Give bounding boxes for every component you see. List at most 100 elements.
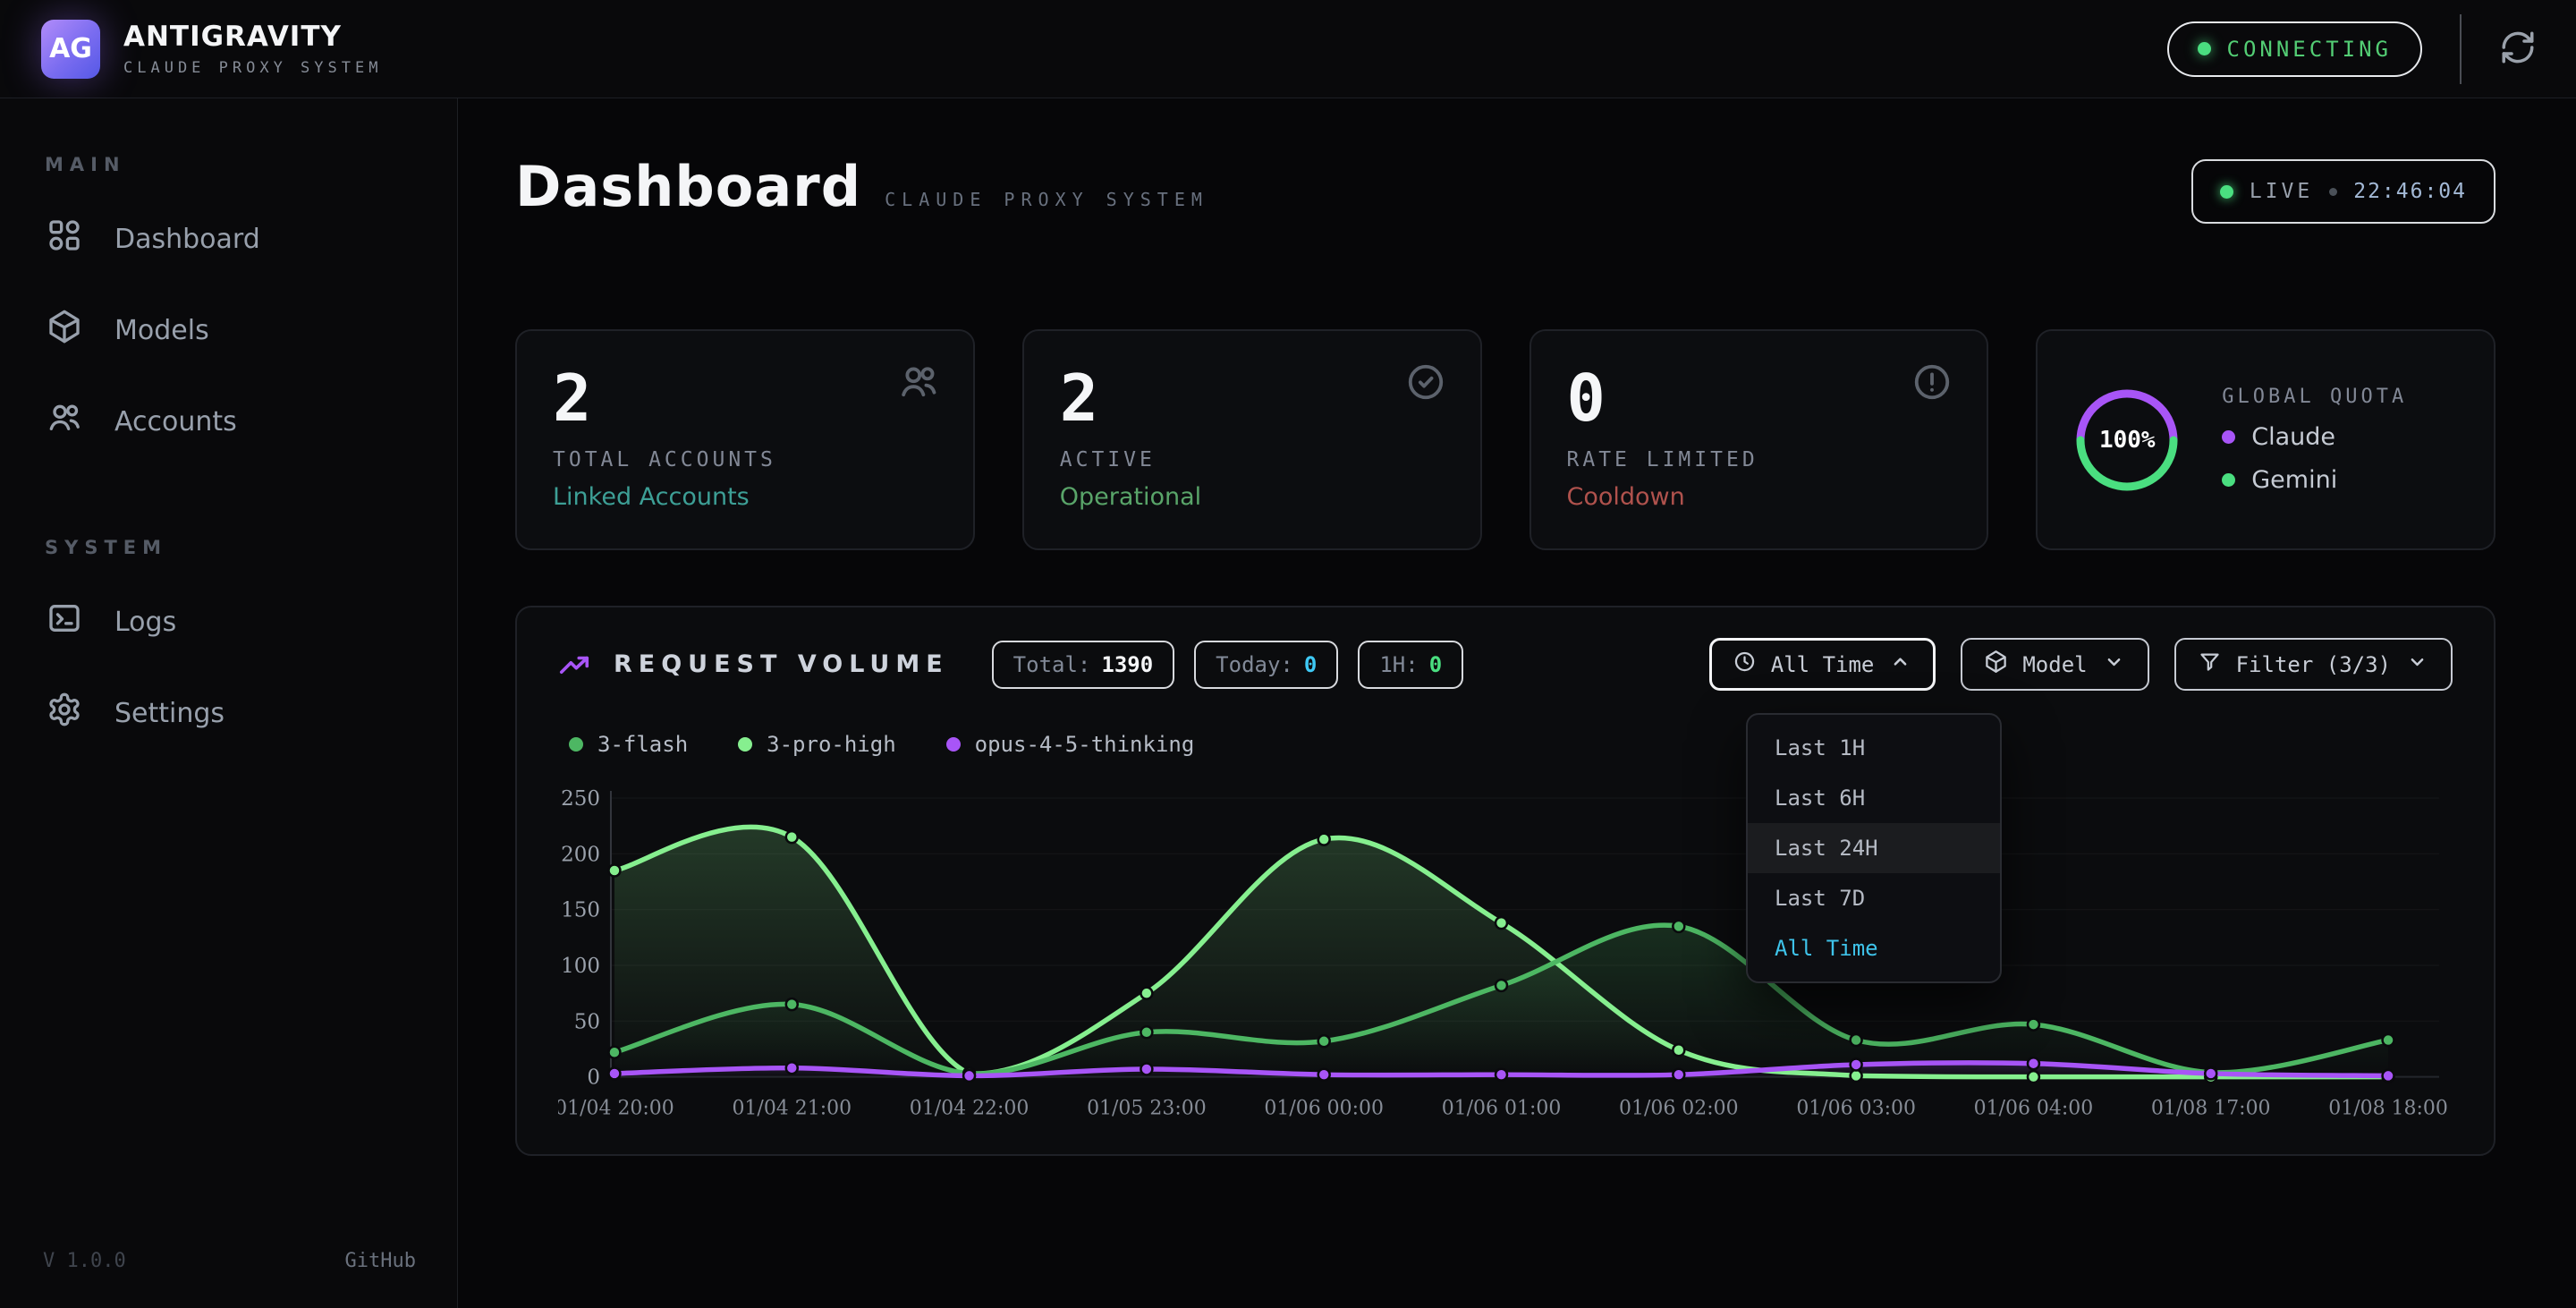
legend-item-3-pro-high[interactable]: 3-pro-high: [738, 732, 896, 757]
model-filter-button[interactable]: Model: [1961, 638, 2148, 691]
stat-card-active: 2 ACTIVE Operational: [1022, 329, 1482, 550]
page-title: Dashboard: [515, 154, 861, 219]
app-title: ANTIGRAVITY: [123, 21, 382, 53]
app-header: AG ANTIGRAVITY CLAUDE PROXY SYSTEM CONNE…: [0, 0, 2576, 98]
github-link[interactable]: GitHub: [345, 1250, 416, 1272]
sidebar-item-dashboard[interactable]: Dashboard: [34, 193, 425, 285]
svg-text:01/06 01:00: 01/06 01:00: [1442, 1098, 1562, 1120]
svg-text:100: 100: [561, 955, 600, 978]
trending-up-icon: [558, 649, 590, 681]
dropdown-item-all-time[interactable]: All Time: [1748, 923, 2000, 973]
svg-text:01/06 02:00: 01/06 02:00: [1619, 1098, 1739, 1120]
chevron-up-icon: [1888, 650, 1912, 679]
chevron-down-icon: [2102, 650, 2126, 679]
series-dot-icon: [569, 737, 583, 752]
counter-label: 1H:: [1379, 652, 1418, 677]
svg-text:01/06 04:00: 01/06 04:00: [1974, 1098, 2094, 1120]
dashboard-grid-icon: [47, 217, 82, 260]
app-subtitle: CLAUDE PROXY SYSTEM: [123, 59, 382, 77]
stat-label: RATE LIMITED: [1567, 448, 1952, 471]
legend-label: opus-4-5-thinking: [975, 732, 1195, 757]
refresh-icon: [2499, 29, 2537, 69]
main-content: Dashboard CLAUDE PROXY SYSTEM LIVE 22:46…: [458, 98, 2576, 1308]
sidebar-item-label: Logs: [114, 607, 176, 638]
sidebar-item-label: Models: [114, 315, 209, 346]
quota-label: GLOBAL QUOTA: [2222, 386, 2407, 408]
time-range-label: All Time: [1771, 652, 1875, 677]
series-dot-icon: [738, 737, 752, 752]
svg-text:01/08 18:00: 01/08 18:00: [2328, 1098, 2448, 1120]
request-volume-line-chart: 05010015020025001/04 20:0001/04 21:0001/…: [558, 778, 2453, 1127]
legend-label: 3-flash: [597, 732, 688, 757]
sidebar-section-system: SYSTEM: [45, 537, 425, 558]
page-subtitle: CLAUDE PROXY SYSTEM: [885, 189, 1208, 210]
cube-icon: [47, 309, 82, 352]
sidebar-item-accounts[interactable]: Accounts: [34, 376, 425, 467]
svg-text:50: 50: [574, 1010, 600, 1033]
refresh-button[interactable]: [2499, 29, 2537, 69]
quota-ring-chart: 100%: [2072, 385, 2182, 496]
app-version: V 1.0.0: [43, 1250, 126, 1272]
dropdown-item-last-7d[interactable]: Last 7D: [1748, 873, 2000, 923]
users-icon: [898, 361, 939, 406]
stat-sublabel: Operational: [1060, 483, 1445, 511]
live-clock: 22:46:04: [2353, 180, 2467, 203]
chart-legend: 3-flash 3-pro-high opus-4-5-thinking: [569, 732, 2453, 757]
claude-dot-icon: [2222, 430, 2235, 444]
stat-card-total-accounts: 2 TOTAL ACCOUNTS Linked Accounts: [515, 329, 975, 550]
dropdown-item-last-1h[interactable]: Last 1H: [1748, 723, 2000, 773]
chart-title: REQUEST VOLUME: [614, 650, 949, 678]
live-status-badge: LIVE 22:46:04: [2191, 159, 2496, 224]
svg-text:200: 200: [561, 843, 600, 866]
quota-legend-gemini: Gemini: [2222, 466, 2407, 494]
status-dot-icon: [2198, 42, 2211, 55]
counter-value: 0: [1304, 652, 1317, 677]
legend-label: 3-pro-high: [767, 732, 896, 757]
dropdown-item-last-24h[interactable]: Last 24H: [1748, 823, 2000, 873]
sidebar-item-logs[interactable]: Logs: [34, 576, 425, 667]
today-counter-badge: Today: 0: [1194, 641, 1338, 689]
svg-text:01/06 00:00: 01/06 00:00: [1264, 1098, 1384, 1120]
stat-value: 0: [1567, 363, 1952, 434]
clock-icon: [1733, 650, 1757, 679]
quota-legend-label: Claude: [2251, 423, 2335, 451]
stat-value: 2: [553, 363, 937, 434]
counter-value: 0: [1429, 652, 1442, 677]
terminal-icon: [47, 600, 82, 643]
live-label: LIVE: [2250, 180, 2313, 203]
filter-button[interactable]: Filter (3/3): [2174, 638, 2453, 691]
quota-legend-claude: Claude: [2222, 423, 2407, 451]
header-divider: [2460, 14, 2462, 84]
sidebar-item-models[interactable]: Models: [34, 285, 425, 376]
time-range-button[interactable]: All Time: [1709, 638, 1936, 691]
alert-circle-icon: [1911, 361, 1953, 406]
legend-item-3-flash[interactable]: 3-flash: [569, 732, 688, 757]
connection-status-badge: CONNECTING: [2167, 21, 2423, 77]
counter-label: Total:: [1013, 652, 1091, 677]
counter-value: 1390: [1101, 652, 1153, 677]
stat-label: TOTAL ACCOUNTS: [553, 448, 937, 471]
svg-text:01/04 21:00: 01/04 21:00: [732, 1098, 852, 1120]
status-text: CONNECTING: [2227, 37, 2393, 62]
stat-sublabel: Linked Accounts: [553, 483, 937, 511]
series-dot-icon: [946, 737, 961, 752]
sidebar: MAIN Dashboard Models Accounts SYSTEM Lo: [0, 98, 458, 1308]
check-circle-icon: [1405, 361, 1446, 406]
filter-button-label: Filter (3/3): [2236, 652, 2391, 677]
users-icon: [47, 400, 82, 443]
dropdown-item-last-6h[interactable]: Last 6H: [1748, 773, 2000, 823]
sidebar-item-label: Dashboard: [114, 224, 260, 255]
counter-label: Today:: [1216, 652, 1293, 677]
global-quota-card: 100% GLOBAL QUOTA Claude Gemini: [2036, 329, 2496, 550]
svg-text:01/06 03:00: 01/06 03:00: [1796, 1098, 1916, 1120]
svg-text:150: 150: [561, 899, 600, 922]
legend-item-opus-4-5-thinking[interactable]: opus-4-5-thinking: [946, 732, 1195, 757]
gear-icon: [47, 692, 82, 735]
live-dot-icon: [2220, 185, 2233, 199]
stat-label: ACTIVE: [1060, 448, 1445, 471]
sidebar-section-main: MAIN: [45, 154, 425, 175]
time-range-dropdown: Last 1H Last 6H Last 24H Last 7D All Tim…: [1746, 713, 2002, 983]
sidebar-item-settings[interactable]: Settings: [34, 667, 425, 759]
request-volume-card: REQUEST VOLUME Total: 1390 Today: 0 1H: …: [515, 606, 2496, 1156]
app-logo: AG: [41, 20, 100, 79]
